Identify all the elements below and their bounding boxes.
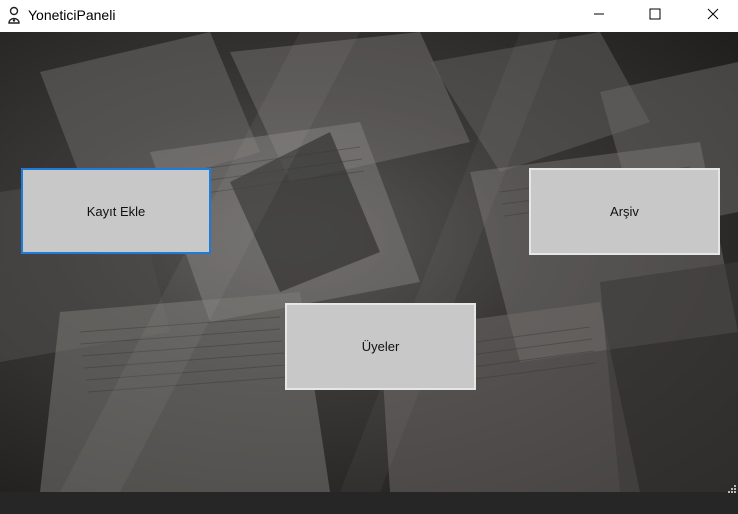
title-bar[interactable]: YoneticiPaneli	[0, 0, 738, 32]
window-bottom-area	[0, 492, 738, 514]
person-icon	[7, 6, 21, 24]
resize-grip-icon[interactable]	[728, 481, 737, 493]
close-icon	[707, 7, 719, 25]
maximize-button[interactable]	[632, 0, 678, 32]
app-window: YoneticiPaneli Kayıt Ekle Arşiv Üyeler	[0, 0, 738, 514]
maximize-icon	[649, 7, 661, 25]
uyeler-button[interactable]: Üyeler	[285, 303, 476, 390]
minimize-button[interactable]	[576, 0, 622, 32]
kayit-ekle-button[interactable]: Kayıt Ekle	[21, 168, 211, 254]
close-button[interactable]	[690, 0, 736, 32]
background-image	[0, 32, 738, 492]
window-title: YoneticiPaneli	[28, 7, 116, 23]
arsiv-button[interactable]: Arşiv	[529, 168, 720, 255]
minimize-icon	[593, 7, 605, 25]
open-books-photo	[0, 32, 738, 492]
